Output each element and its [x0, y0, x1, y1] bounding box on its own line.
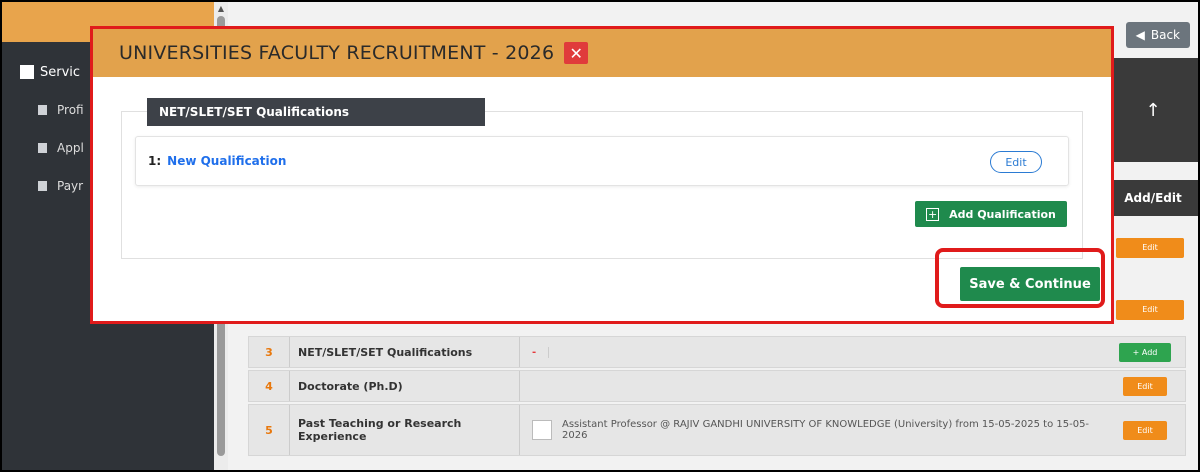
row-number: 3: [265, 345, 273, 359]
back-button[interactable]: ◀ Back: [1125, 22, 1190, 48]
edit-button-label: Edit: [1116, 300, 1184, 319]
table-row: 4 Doctorate (Ph.D) Edit: [248, 370, 1186, 402]
row-number: 4: [265, 379, 273, 393]
row-detail: -: [519, 337, 1105, 367]
table-row: 5 Past Teaching or Research Experience A…: [248, 404, 1186, 456]
save-continue-button[interactable]: Save & Continue: [960, 267, 1100, 301]
table-row: 3 NET/SLET/SET Qualifications - + Add: [248, 336, 1186, 368]
edit-button[interactable]: Edit: [1116, 238, 1184, 258]
recruitment-modal: UNIVERSITIES FACULTY RECRUITMENT - 2026 …: [90, 26, 1114, 324]
modal-title: UNIVERSITIES FACULTY RECRUITMENT - 2026: [119, 42, 555, 64]
add-qualification-button[interactable]: + Add Qualification: [915, 201, 1067, 227]
back-button-label: Back: [1150, 28, 1180, 42]
edit-button[interactable]: Edit: [1116, 300, 1184, 320]
close-icon[interactable]: ✕: [564, 42, 589, 64]
row-detail-text: Assistant Professor @ RAJIV GANDHI UNIVE…: [562, 419, 1090, 441]
sidebar-item-label: Appl: [57, 141, 84, 155]
scroll-up-icon[interactable]: ▲: [214, 2, 228, 16]
row-checkbox[interactable]: [532, 420, 552, 440]
add-qualification-label: Add Qualification: [949, 207, 1056, 221]
qualifications-section-title: NET/SLET/SET Qualifications: [147, 98, 485, 126]
arrow-up-icon: ↑: [1145, 99, 1161, 121]
edit-button-label: Edit: [1116, 238, 1184, 257]
add-button[interactable]: + Add: [1118, 342, 1172, 362]
sidebar-section-label: Servic: [40, 64, 81, 80]
document-icon: [38, 181, 47, 191]
grid-icon: [20, 65, 34, 79]
arrow-left-circle-icon: ◀: [1135, 28, 1145, 42]
sidebar-item-label: Payr: [57, 179, 84, 193]
row-detail-value: -: [532, 346, 550, 358]
row-name: NET/SLET/SET Qualifications: [289, 337, 519, 367]
modal-header: UNIVERSITIES FACULTY RECRUITMENT - 2026 …: [93, 29, 1111, 77]
edit-button[interactable]: Edit: [1123, 420, 1167, 440]
sidebar-item-label: Profi: [57, 103, 84, 117]
qualification-card: 1: New Qualification Edit: [135, 136, 1069, 186]
scroll-top-button[interactable]: ↑: [1108, 58, 1198, 162]
edit-button[interactable]: Edit: [1123, 376, 1167, 396]
plus-square-icon: +: [926, 207, 940, 221]
row-detail: [519, 371, 1105, 401]
qualification-edit-button[interactable]: Edit: [990, 151, 1042, 173]
qualification-link[interactable]: New Qualification: [167, 154, 286, 168]
row-number: 5: [265, 423, 273, 437]
row-name: Doctorate (Ph.D): [289, 371, 519, 401]
table-header-add-edit: Add/Edit: [1108, 180, 1198, 216]
app-frame: Servic Profi Appl Payr ▲ ◀ Back ↑ Add/Ed…: [2, 2, 1198, 470]
document-icon: [38, 143, 47, 153]
document-icon: [38, 105, 47, 115]
row-detail: Assistant Professor @ RAJIV GANDHI UNIVE…: [519, 405, 1105, 455]
qualification-index: 1:: [148, 154, 162, 168]
row-name: Past Teaching or Research Experience: [289, 405, 519, 455]
